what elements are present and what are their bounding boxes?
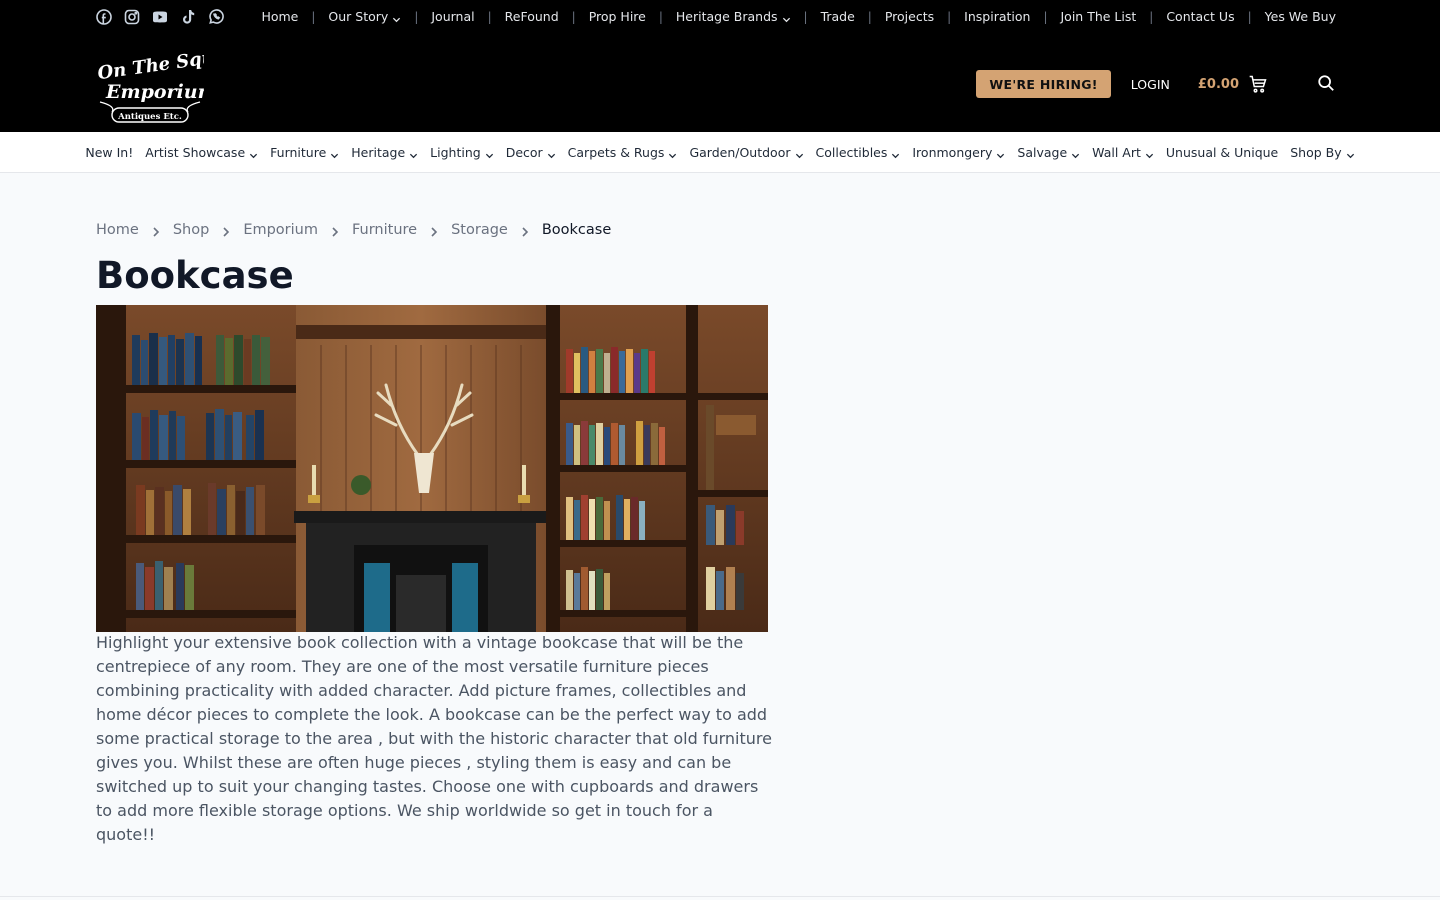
cat-garden-outdoor[interactable]: Garden/Outdoor (689, 145, 803, 160)
breadcrumb-shop[interactable]: Shop (173, 222, 209, 238)
chevron-down-icon (1346, 148, 1355, 158)
nav-separator: | (867, 9, 872, 24)
topnav-prop-hire[interactable]: Prop Hire (589, 9, 646, 24)
nav-separator: | (1149, 9, 1154, 24)
category-hero-image (96, 305, 768, 632)
search-icon (1318, 75, 1334, 91)
topnav-our-story[interactable]: Our Story (328, 9, 401, 24)
hiring-button[interactable]: WE'RE HIRING! (976, 70, 1111, 98)
breadcrumb-home[interactable]: Home (96, 222, 139, 238)
breadcrumb-current: Bookcase (541, 222, 612, 238)
nav-separator: | (1247, 9, 1252, 24)
cat-shop-by[interactable]: Shop By (1290, 145, 1354, 160)
nav-separator: | (487, 9, 492, 24)
topnav-home[interactable]: Home (261, 9, 298, 24)
social-links (96, 9, 224, 25)
chevron-down-icon (1145, 148, 1154, 158)
topnav-join-the-list[interactable]: Join The List (1061, 9, 1137, 24)
category-navigation: New In! Artist Showcase Furniture Herita… (0, 132, 1440, 173)
logo-line-3: Antiques Etc. (117, 112, 182, 122)
chevron-right-icon (221, 225, 231, 237)
whatsapp-icon[interactable] (208, 9, 224, 25)
breadcrumb: Home Shop Emporium Furniture Storage Boo… (96, 220, 796, 240)
topnav-trade[interactable]: Trade (821, 9, 855, 24)
youtube-icon[interactable] (152, 9, 168, 25)
site-header: Home | Our Story | Journal | ReFound | P… (0, 0, 1440, 132)
nav-separator: | (803, 9, 808, 24)
topnav-yes-we-buy[interactable]: Yes We Buy (1265, 9, 1336, 24)
chevron-down-icon (249, 148, 258, 158)
cat-new-in[interactable]: New In! (85, 145, 133, 160)
page-title: Bookcase (96, 254, 294, 297)
chevron-down-icon (409, 148, 418, 158)
cat-collectibles[interactable]: Collectibles (816, 145, 901, 160)
search-button[interactable] (1317, 74, 1337, 94)
chevron-down-icon (330, 148, 339, 158)
header-actions: WE'RE HIRING! LOGIN £0.00 (976, 70, 1337, 98)
topnav-refound[interactable]: ReFound (505, 9, 559, 24)
category-description: Highlight your extensive book collection… (96, 633, 772, 844)
topnav-heritage-brands[interactable]: Heritage Brands (676, 9, 791, 24)
chevron-right-icon (520, 225, 530, 237)
cat-salvage[interactable]: Salvage (1017, 145, 1080, 160)
top-navigation: Home | Our Story | Journal | ReFound | P… (261, 9, 1336, 24)
cart-total: £0.00 (1197, 76, 1239, 92)
chevron-right-icon (330, 225, 340, 237)
breadcrumb-storage[interactable]: Storage (451, 222, 508, 238)
nav-separator: | (571, 9, 576, 24)
instagram-icon[interactable] (124, 9, 140, 25)
breadcrumb-furniture[interactable]: Furniture (352, 222, 417, 238)
nav-separator: | (414, 9, 419, 24)
chevron-down-icon (1071, 148, 1080, 158)
cart-icon (1249, 75, 1267, 93)
chevron-down-icon (547, 148, 556, 158)
breadcrumb-emporium[interactable]: Emporium (243, 222, 318, 238)
chevron-down-icon (891, 148, 900, 158)
logo-line-2: Emporium (105, 81, 204, 103)
facebook-icon[interactable] (96, 9, 112, 25)
chevron-down-icon (795, 148, 804, 158)
cart-button[interactable]: £0.00 (1198, 74, 1268, 94)
tiktok-icon[interactable] (180, 9, 196, 25)
site-logo[interactable]: On The Square Emporium Antiques Etc. (96, 42, 248, 126)
chevron-right-icon (151, 225, 161, 237)
chevron-down-icon (668, 148, 677, 158)
cat-carpets-rugs[interactable]: Carpets & Rugs (568, 145, 678, 160)
topnav-contact-us[interactable]: Contact Us (1166, 9, 1234, 24)
cat-ironmongery[interactable]: Ironmongery (912, 145, 1005, 160)
topnav-inspiration[interactable]: Inspiration (964, 9, 1030, 24)
nav-separator: | (947, 9, 952, 24)
cat-heritage[interactable]: Heritage (351, 145, 418, 160)
cat-lighting[interactable]: Lighting (430, 145, 494, 160)
login-link[interactable]: LOGIN (1131, 77, 1170, 92)
nav-separator: | (311, 9, 316, 24)
cat-furniture[interactable]: Furniture (270, 145, 339, 160)
topnav-journal[interactable]: Journal (431, 9, 474, 24)
chevron-down-icon (782, 12, 791, 23)
cat-decor[interactable]: Decor (506, 145, 556, 160)
logo-line-1: On The Square (96, 42, 204, 84)
topnav-projects[interactable]: Projects (885, 9, 934, 24)
chevron-right-icon (429, 225, 439, 237)
nav-separator: | (1043, 9, 1048, 24)
main-content: Home Shop Emporium Furniture Storage Boo… (96, 220, 796, 844)
divider (0, 896, 1440, 897)
cat-wall-art[interactable]: Wall Art (1092, 145, 1154, 160)
nav-separator: | (658, 9, 663, 24)
cat-artist-showcase[interactable]: Artist Showcase (145, 145, 258, 160)
chevron-down-icon (485, 148, 494, 158)
chevron-down-icon (996, 148, 1005, 158)
cat-unusual-unique[interactable]: Unusual & Unique (1166, 145, 1278, 160)
chevron-down-icon (392, 12, 401, 23)
